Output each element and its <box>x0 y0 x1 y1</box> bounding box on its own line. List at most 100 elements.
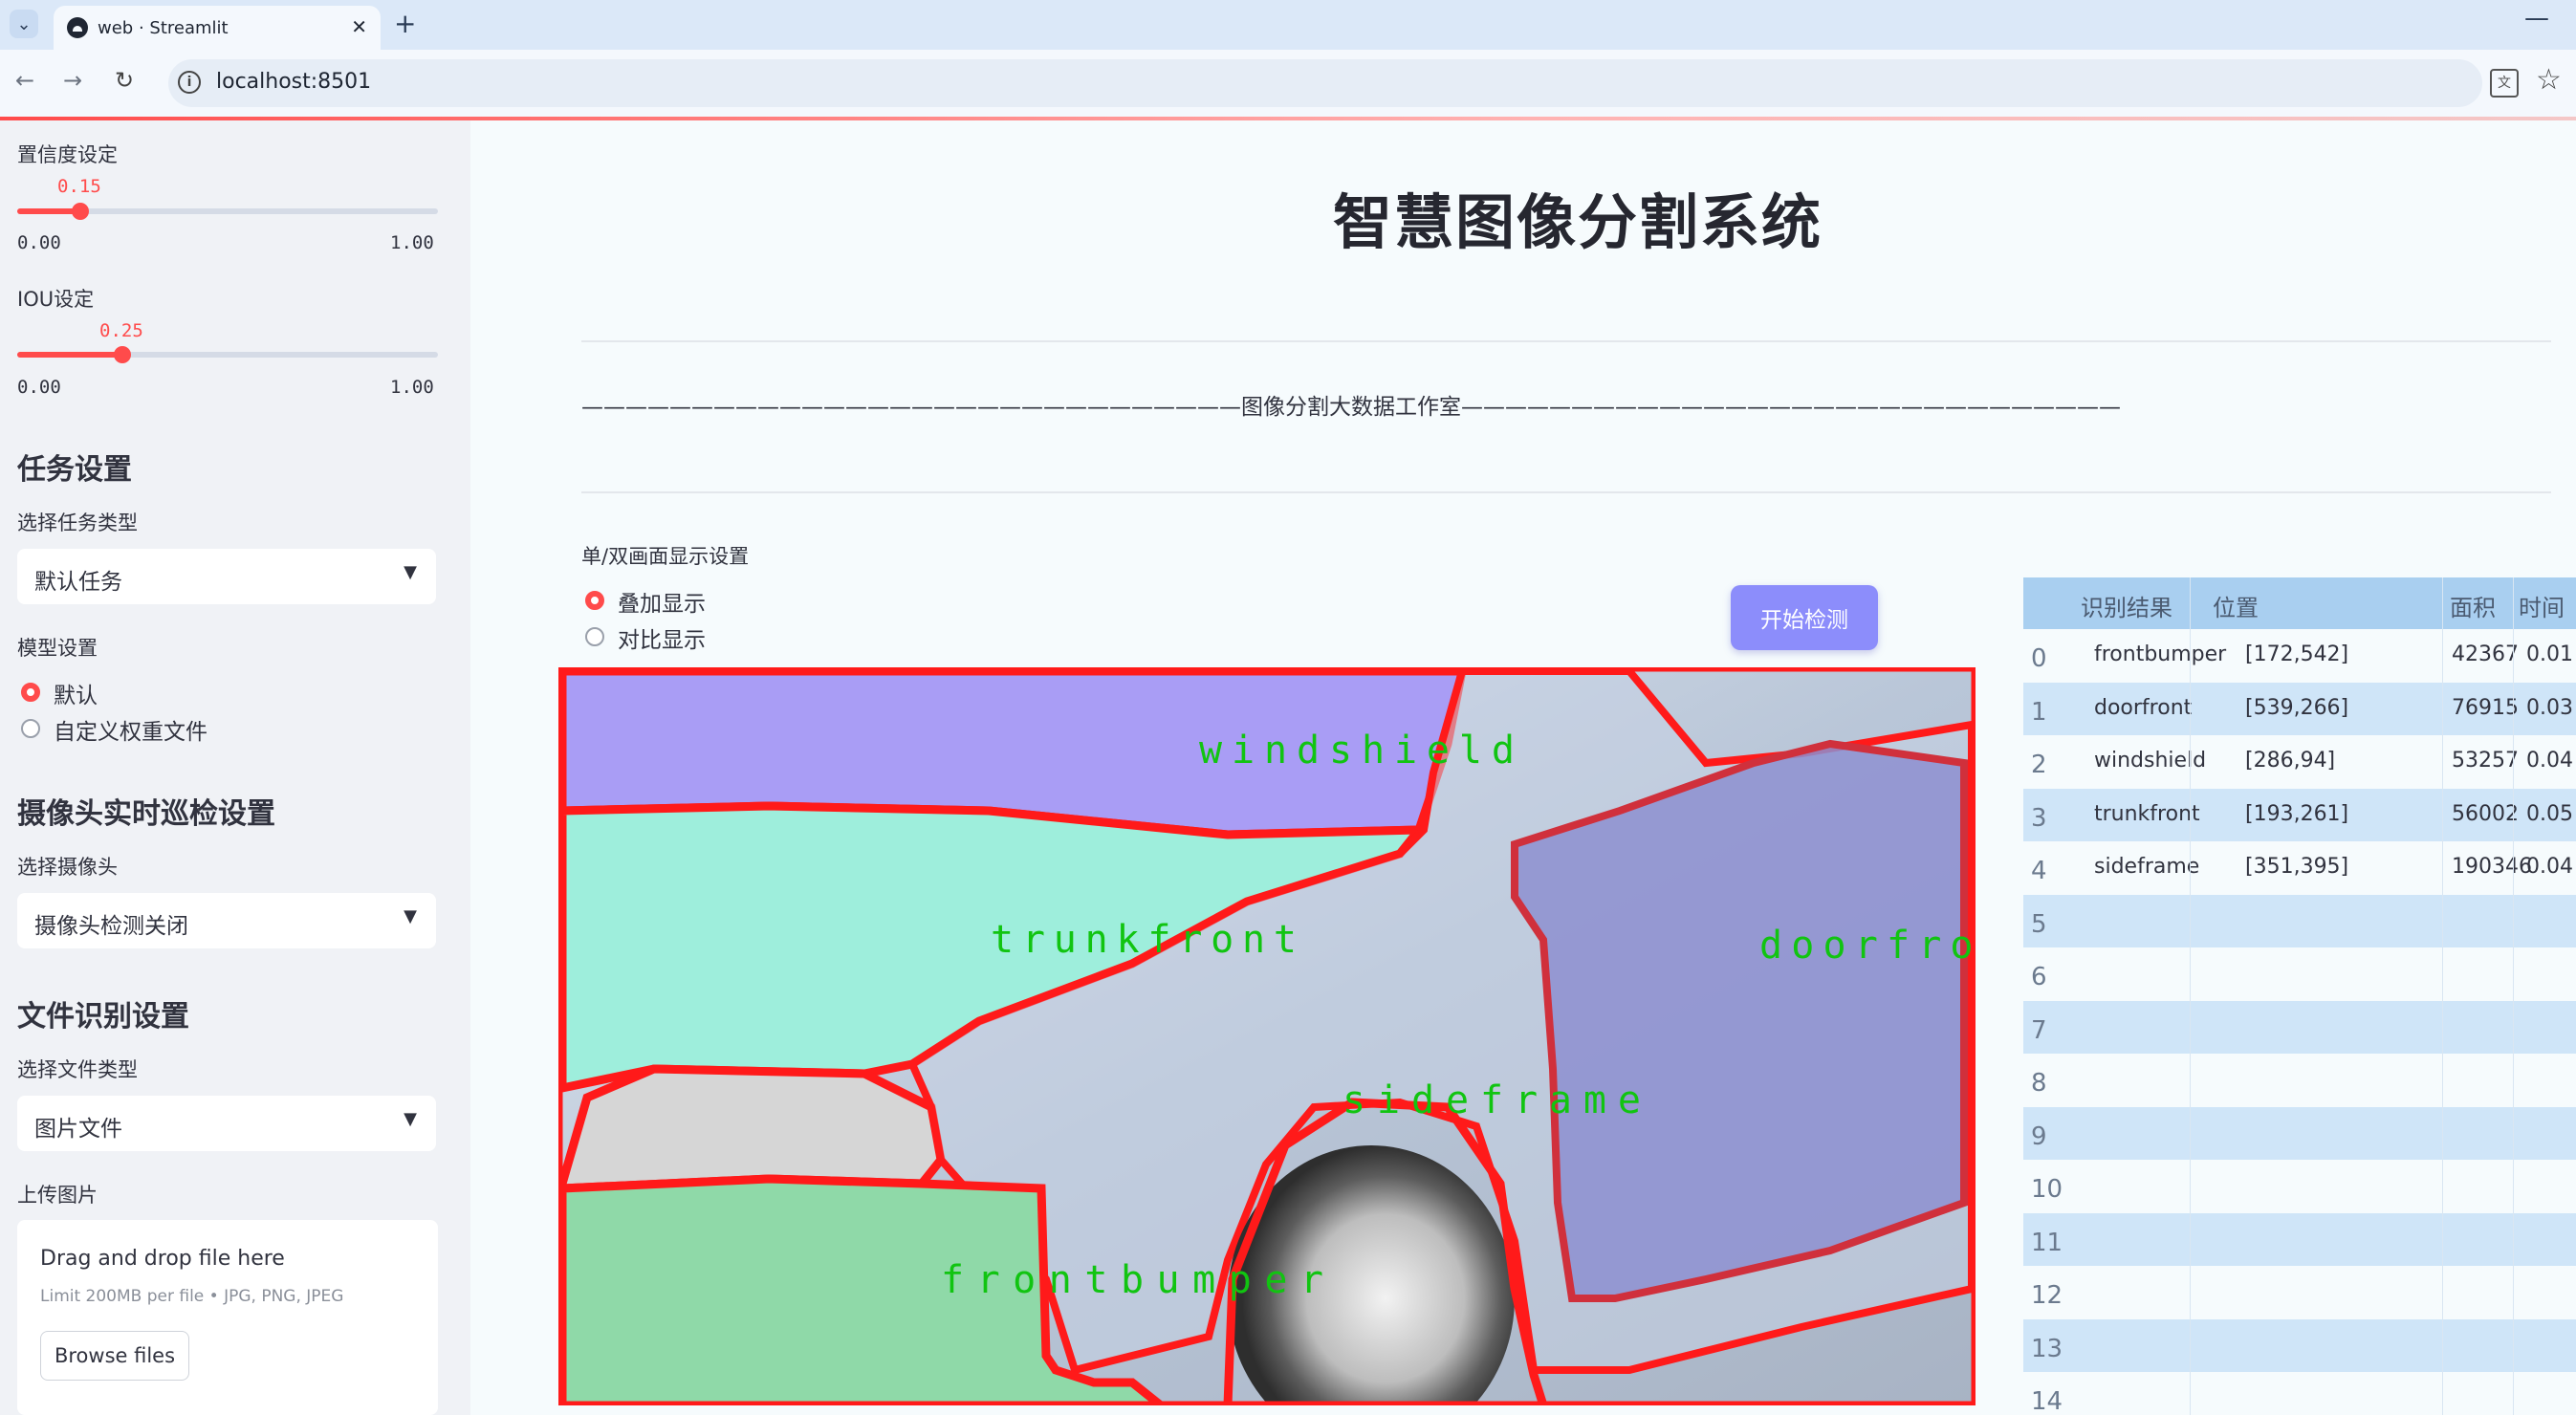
results-table[interactable]: 识别结果 位置 面积 时间 0 frontbumper [172,542] 42367… <box>2023 577 2576 1415</box>
display-mode-label: 单/双画面显示设置 <box>581 545 750 568</box>
table-row[interactable] <box>2023 894 2576 947</box>
table-row[interactable] <box>2023 947 2576 1001</box>
cell-result: doorfront <box>2094 695 2193 720</box>
confidence-max: 1.00 <box>390 232 434 253</box>
camera-select[interactable]: 摄像头检测关闭 ▼ <box>17 893 436 948</box>
camera-select-value: 摄像头检测关闭 <box>34 914 188 939</box>
model-option-default-label[interactable]: 默认 <box>54 677 98 709</box>
studio-banner: ——————————————————————————————图像分割大数据工作室… <box>581 395 2121 420</box>
divider-bottom <box>581 491 2551 493</box>
address-bar[interactable] <box>168 59 2482 107</box>
cell-result: sideframe <box>2094 855 2200 879</box>
table-row[interactable] <box>2023 1106 2576 1160</box>
new-tab-icon[interactable]: + <box>394 8 416 39</box>
row-index: 1 <box>2031 697 2047 727</box>
page-title: 智慧图像分割系统 <box>1333 187 1823 257</box>
window-minimize-icon[interactable]: — <box>2524 4 2549 33</box>
cell-position: [351,395] <box>2245 855 2349 879</box>
reload-icon[interactable]: ↻ <box>115 67 134 94</box>
display-radio-compare[interactable] <box>585 627 604 646</box>
cell-area: 76915 <box>2452 695 2519 720</box>
tab-close-icon[interactable]: ✕ <box>351 15 367 38</box>
tab-title: web · Streamlit <box>98 18 229 38</box>
cell-time: 0.01 <box>2526 642 2573 666</box>
task-type-select[interactable]: 默认任务 ▼ <box>17 549 436 604</box>
display-radio-overlay[interactable] <box>585 591 604 610</box>
iou-slider-fill <box>17 352 122 358</box>
row-index: 3 <box>2031 803 2047 833</box>
iou-value: 0.25 <box>99 320 143 341</box>
iou-max: 1.00 <box>390 377 434 398</box>
iou-slider-thumb[interactable] <box>114 346 131 363</box>
cell-position: [286,94] <box>2245 749 2336 773</box>
row-index: 4 <box>2031 857 2047 885</box>
url-text[interactable]: localhost:8501 <box>216 70 371 94</box>
row-index: 9 <box>2031 1121 2047 1151</box>
cell-area: 42367 <box>2452 642 2519 666</box>
row-index: 7 <box>2031 1015 2047 1045</box>
row-index: 6 <box>2031 963 2047 991</box>
forward-arrow-icon[interactable]: → <box>63 67 82 94</box>
camera-select-label: 选择摄像头 <box>17 856 118 879</box>
table-row[interactable] <box>2023 1000 2576 1054</box>
chevron-down-icon: ▼ <box>404 1109 417 1129</box>
display-option-compare-label[interactable]: 对比显示 <box>618 621 706 654</box>
table-header-position[interactable]: 位置 <box>2213 589 2259 622</box>
task-type-value: 默认任务 <box>34 570 122 595</box>
streamlit-favicon-icon <box>67 17 88 38</box>
browser-tab[interactable]: web · Streamlit ✕ <box>54 6 381 50</box>
upload-drag-text: Drag and drop file here <box>40 1247 285 1271</box>
table-header-time[interactable]: 时间 <box>2519 589 2565 622</box>
iou-label: IOU设定 <box>17 288 95 311</box>
cell-time: 0.04 <box>2526 855 2573 879</box>
model-settings-label: 模型设置 <box>17 637 98 660</box>
row-index: 0 <box>2031 644 2047 673</box>
table-row[interactable] <box>2023 1160 2576 1213</box>
site-info-icon[interactable]: i <box>178 71 201 94</box>
start-detection-button[interactable]: 开始检测 <box>1731 585 1878 650</box>
column-divider <box>2513 577 2514 1415</box>
model-radio-custom[interactable] <box>21 719 40 738</box>
table-row[interactable] <box>2023 1266 2576 1319</box>
cell-time: 0.03 <box>2526 695 2573 720</box>
camera-settings-heading: 摄像头实时巡检设置 <box>17 797 275 831</box>
table-row[interactable] <box>2023 1212 2576 1266</box>
divider-top <box>581 340 2551 342</box>
bookmark-star-icon[interactable]: ☆ <box>2536 63 2562 97</box>
task-type-label: 选择任务类型 <box>17 512 138 534</box>
confidence-slider-thumb[interactable] <box>72 203 89 220</box>
row-index: 11 <box>2031 1228 2063 1257</box>
confidence-label: 置信度设定 <box>17 143 118 166</box>
table-row[interactable] <box>2023 1318 2576 1372</box>
upload-limit-text: Limit 200MB per file • JPG, PNG, JPEG <box>40 1287 344 1306</box>
table-header-result[interactable]: 识别结果 <box>2081 589 2172 622</box>
row-index: 12 <box>2031 1281 2063 1310</box>
model-radio-default[interactable] <box>21 683 40 702</box>
browser-tab-bar <box>0 0 2576 50</box>
mask-label-sideframe: sideframe <box>1343 1078 1641 1122</box>
row-index: 14 <box>2031 1387 2063 1415</box>
row-index: 13 <box>2031 1334 2063 1363</box>
cell-time: 0.04 <box>2526 749 2573 773</box>
table-row[interactable] <box>2023 1372 2576 1415</box>
row-index: 8 <box>2031 1069 2047 1098</box>
row-index: 2 <box>2031 751 2047 779</box>
model-option-custom-label[interactable]: 自定义权重文件 <box>54 713 207 746</box>
file-type-select[interactable]: 图片文件 ▼ <box>17 1096 436 1151</box>
mask-label-frontbumper: frontbumper <box>941 1258 1323 1302</box>
tab-search-dropdown-icon[interactable]: ⌄ <box>10 10 38 38</box>
cell-area: 190346 <box>2452 855 2532 879</box>
table-header-area[interactable]: 面积 <box>2450 589 2496 622</box>
cell-position: [172,542] <box>2245 642 2349 666</box>
back-arrow-icon[interactable]: ← <box>15 67 34 94</box>
browse-files-button[interactable]: Browse files <box>40 1331 189 1381</box>
table-row[interactable] <box>2023 1054 2576 1107</box>
file-settings-heading: 文件识别设置 <box>17 1000 189 1034</box>
file-type-label: 选择文件类型 <box>17 1058 138 1081</box>
chevron-down-icon: ▼ <box>404 906 417 926</box>
confidence-min: 0.00 <box>17 232 61 253</box>
task-settings-heading: 任务设置 <box>17 453 132 487</box>
display-option-overlay-label[interactable]: 叠加显示 <box>618 585 706 618</box>
translate-icon[interactable]: 文 <box>2490 69 2519 98</box>
cell-result: trunkfront <box>2094 801 2200 826</box>
